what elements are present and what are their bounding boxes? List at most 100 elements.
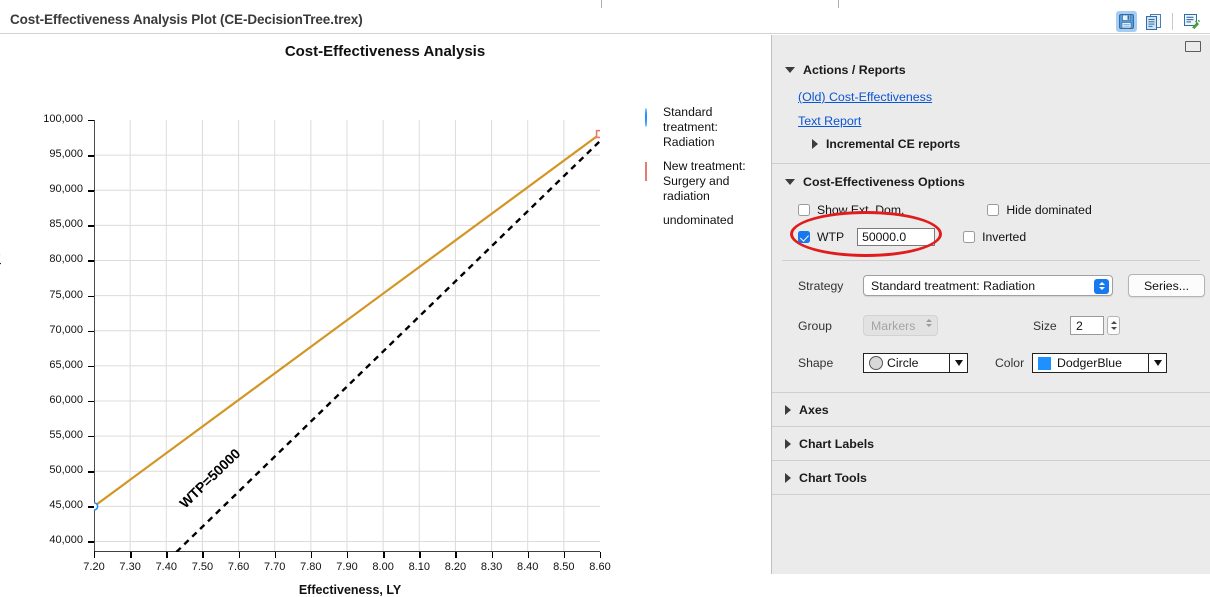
y-tick-label: 45,000 xyxy=(49,499,83,512)
y-tick-label: 50,000 xyxy=(49,464,83,477)
wtp-input[interactable] xyxy=(857,228,936,246)
y-tick-label: 60,000 xyxy=(49,393,83,406)
export-icon[interactable] xyxy=(1181,11,1202,32)
x-tick-mark xyxy=(274,552,277,558)
chart-title: Cost-Effectiveness Analysis xyxy=(284,43,486,60)
x-tick-mark xyxy=(563,552,566,558)
toolbar-icons xyxy=(1116,9,1202,33)
x-tick-mark xyxy=(600,552,602,558)
circle-shape-icon xyxy=(869,356,883,370)
data-point-marker-circle xyxy=(94,501,99,511)
section-title: Cost-Effectiveness Options xyxy=(803,174,965,189)
legend-label: undominated xyxy=(663,213,734,227)
size-label: Size xyxy=(1033,318,1057,333)
y-tick-label: 75,000 xyxy=(49,288,83,301)
section-header-ce-options[interactable]: Cost-Effectiveness Options xyxy=(772,171,1210,192)
checkbox-show-ext-dom[interactable] xyxy=(798,204,810,216)
options-panel: Actions / Reports (Old) Cost-Effectivene… xyxy=(771,35,1210,574)
color-swatch xyxy=(1038,356,1051,370)
app-window: Cost-Effectiveness Analysis Plot (CE-Dec… xyxy=(0,0,1210,597)
group-label: Group xyxy=(798,318,832,333)
section-header-axes[interactable]: Axes xyxy=(772,393,1210,426)
section-header-chart-tools[interactable]: Chart Tools xyxy=(772,461,1210,494)
save-icon[interactable] xyxy=(1116,10,1137,32)
copy-icon[interactable] xyxy=(1143,11,1164,32)
chevron-down-icon xyxy=(785,66,795,73)
checkbox-inverted[interactable] xyxy=(963,231,976,243)
x-tick-mark xyxy=(94,552,96,558)
x-tick-mark xyxy=(347,552,349,558)
y-tick-label: 40,000 xyxy=(49,534,83,547)
data-point-marker-square xyxy=(595,129,600,139)
section-title: Axes xyxy=(799,402,829,417)
group-size-row: Group Markers Size xyxy=(772,315,1210,336)
chevron-right-icon xyxy=(812,139,818,149)
shape-color-row: Shape Circle Color DodgerBlue xyxy=(772,353,1210,373)
chevron-updown-icon xyxy=(926,319,932,327)
section-header-actions-reports[interactable]: Actions / Reports xyxy=(772,59,1210,80)
y-tick-label: 70,000 xyxy=(49,323,83,336)
strategy-row: Strategy Standard treatment: Radiation S… xyxy=(772,274,1210,297)
checkbox-label: Show Ext. Dom. xyxy=(817,203,905,217)
checkbox-row-1: Show Ext. Dom. Hide dominated xyxy=(772,203,1210,217)
legend-item[interactable]: New treatment: Surgery and radiation xyxy=(641,159,766,204)
section-title: Chart Labels xyxy=(799,436,875,451)
x-tick-label: 8.60 xyxy=(589,561,611,573)
y-tick-label: 55,000 xyxy=(49,429,83,442)
group-value: Markers xyxy=(871,318,916,333)
y-tick-label: 80,000 xyxy=(49,253,83,266)
plot-area[interactable]: WTP=50000 xyxy=(94,120,600,552)
size-stepper[interactable] xyxy=(1107,316,1120,335)
shape-label: Shape xyxy=(798,356,834,370)
strategy-select[interactable]: Standard treatment: Radiation xyxy=(863,275,1113,296)
legend-item[interactable]: Standard treatment: Radiation xyxy=(641,105,766,150)
x-tick-mark xyxy=(455,552,457,558)
x-tick-mark xyxy=(383,552,385,558)
legend-marker-square-icon xyxy=(641,159,663,181)
x-tick-mark xyxy=(310,552,313,558)
section-title: Actions / Reports xyxy=(803,62,906,77)
chevron-right-icon xyxy=(785,438,791,449)
link-old-cost-effectiveness[interactable]: (Old) Cost-Effectiveness xyxy=(772,90,1210,104)
series-button[interactable]: Series... xyxy=(1128,274,1205,297)
chevron-down-icon xyxy=(1148,354,1166,372)
chevron-right-icon xyxy=(785,472,791,483)
divider xyxy=(772,494,1210,495)
legend-marker-circle-icon xyxy=(641,105,663,127)
checkbox-row-2: WTP Inverted xyxy=(772,228,1210,246)
color-select[interactable]: DodgerBlue xyxy=(1032,353,1167,373)
legend-item[interactable]: undominated xyxy=(641,213,766,228)
y-tick-label: 100,000 xyxy=(43,113,83,125)
x-tick-mark xyxy=(202,552,204,558)
y-tick-label: 95,000 xyxy=(49,148,83,161)
y-tick-label: 90,000 xyxy=(49,183,83,196)
shape-value: Circle xyxy=(887,356,919,370)
checkbox-label: WTP xyxy=(817,230,845,244)
section-title: Chart Tools xyxy=(799,470,867,485)
color-value: DodgerBlue xyxy=(1057,356,1122,370)
section-header-chart-labels[interactable]: Chart Labels xyxy=(772,427,1210,460)
window-title: Cost-Effectiveness Analysis Plot (CE-Dec… xyxy=(10,12,363,27)
checkbox-wtp[interactable] xyxy=(798,231,810,243)
chevron-updown-icon xyxy=(1094,278,1109,294)
title-bar: Cost-Effectiveness Analysis Plot (CE-Dec… xyxy=(0,8,1210,34)
toolbar-divider xyxy=(1172,12,1173,30)
chevron-down-icon xyxy=(785,178,795,185)
chart-panel: Cost-Effectiveness Analysis Cost, $ Effe… xyxy=(0,35,770,597)
x-tick-mark xyxy=(419,552,421,558)
shape-select[interactable]: Circle xyxy=(863,353,968,373)
checkbox-label: Inverted xyxy=(982,230,1027,244)
checkbox-hide-dominated[interactable] xyxy=(987,204,1000,216)
size-input[interactable] xyxy=(1070,316,1104,335)
x-tick-mark xyxy=(238,552,240,558)
color-label: Color xyxy=(995,356,1025,370)
subsection-title: Incremental CE reports xyxy=(826,137,961,151)
minimize-button[interactable] xyxy=(1185,41,1201,52)
link-text-report[interactable]: Text Report xyxy=(772,114,1210,128)
x-axis-label: Effectiveness, LY xyxy=(298,583,402,597)
subsection-incremental-ce-reports[interactable]: Incremental CE reports xyxy=(772,137,1210,151)
strategy-label: Strategy xyxy=(798,278,844,293)
chart-legend: Standard treatment: Radiation New treatm… xyxy=(641,105,766,237)
strategy-value: Standard treatment: Radiation xyxy=(871,278,1036,293)
legend-label: Standard treatment: Radiation xyxy=(663,105,718,149)
